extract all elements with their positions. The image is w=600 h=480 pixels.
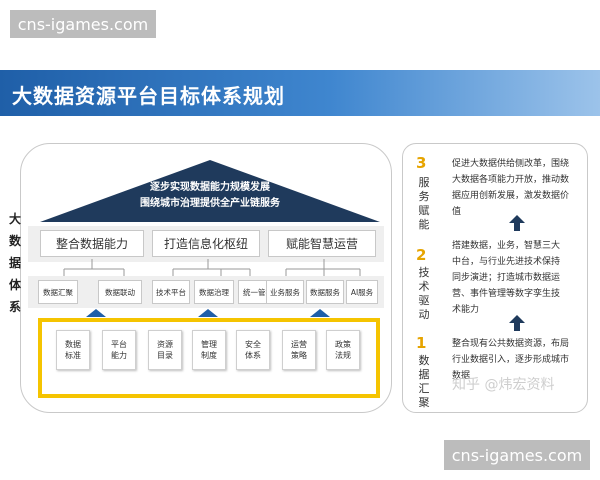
step-3-description: 促进大数据供给侧改革，围绕 大数据各项能力开放，推动数 据应用创新发展，激发数据价… <box>452 159 570 217</box>
sub-box-data-gather: 数据汇聚 <box>38 280 78 304</box>
sub-box-business-service: 业务服务 <box>266 280 304 304</box>
side-label: 大 数 据 体 系 <box>8 212 21 314</box>
sub-box-data-service: 数据服务 <box>306 280 344 304</box>
foundation-platform-capability: 平台 能力 <box>102 330 136 370</box>
arrow-up-icon <box>509 215 525 231</box>
sub-box-tech-platform: 技术平台 <box>152 280 190 304</box>
foundation-operation-strategy: 运营 策略 <box>282 330 316 370</box>
step-1-number: 1 <box>416 334 427 352</box>
zhihu-watermark: 知乎 @炜宏资料 <box>452 377 555 393</box>
roof-text: 逐步实现数据能力规模发展 围绕城市治理提供全产业链服务 <box>140 182 280 209</box>
arrow-up-icon <box>509 315 525 331</box>
step-3-number: 3 <box>416 154 427 172</box>
step-1-label: 数据 汇聚 <box>418 354 430 409</box>
foundation-resource-catalog: 资源 目录 <box>148 330 182 370</box>
page-title: 大数据资源平台目标体系规划 <box>12 84 285 108</box>
foundation-security-system: 安全 体系 <box>236 330 270 370</box>
step-2-number: 2 <box>416 246 427 264</box>
mid-box-integrate: 整合数据能力 <box>40 230 144 257</box>
foundation-management-system: 管理 制度 <box>192 330 226 370</box>
foundation-policy-regulation: 政策 法规 <box>326 330 360 370</box>
step-3-label: 服务 赋能 <box>418 176 430 231</box>
bottom-watermark: cns-igames.com <box>444 440 590 470</box>
sub-box-data-governance: 数据治理 <box>194 280 234 304</box>
sub-box-ai-service: AI服务 <box>346 280 378 304</box>
mid-box-hub: 打造信息化枢纽 <box>152 230 260 257</box>
foundation-data-standard: 数据 标准 <box>56 330 90 370</box>
top-watermark: cns-igames.com <box>10 10 156 38</box>
step-2-label: 技术 驱动 <box>418 266 430 321</box>
mid-box-operations: 赋能智慧运营 <box>268 230 376 257</box>
step-2-description: 搭建数据，业务，智慧三大 中台，与行业先进技术保持 同步演进；打造城市数据运 营、事… <box>452 241 561 315</box>
sub-box-data-link: 数据联动 <box>98 280 142 304</box>
